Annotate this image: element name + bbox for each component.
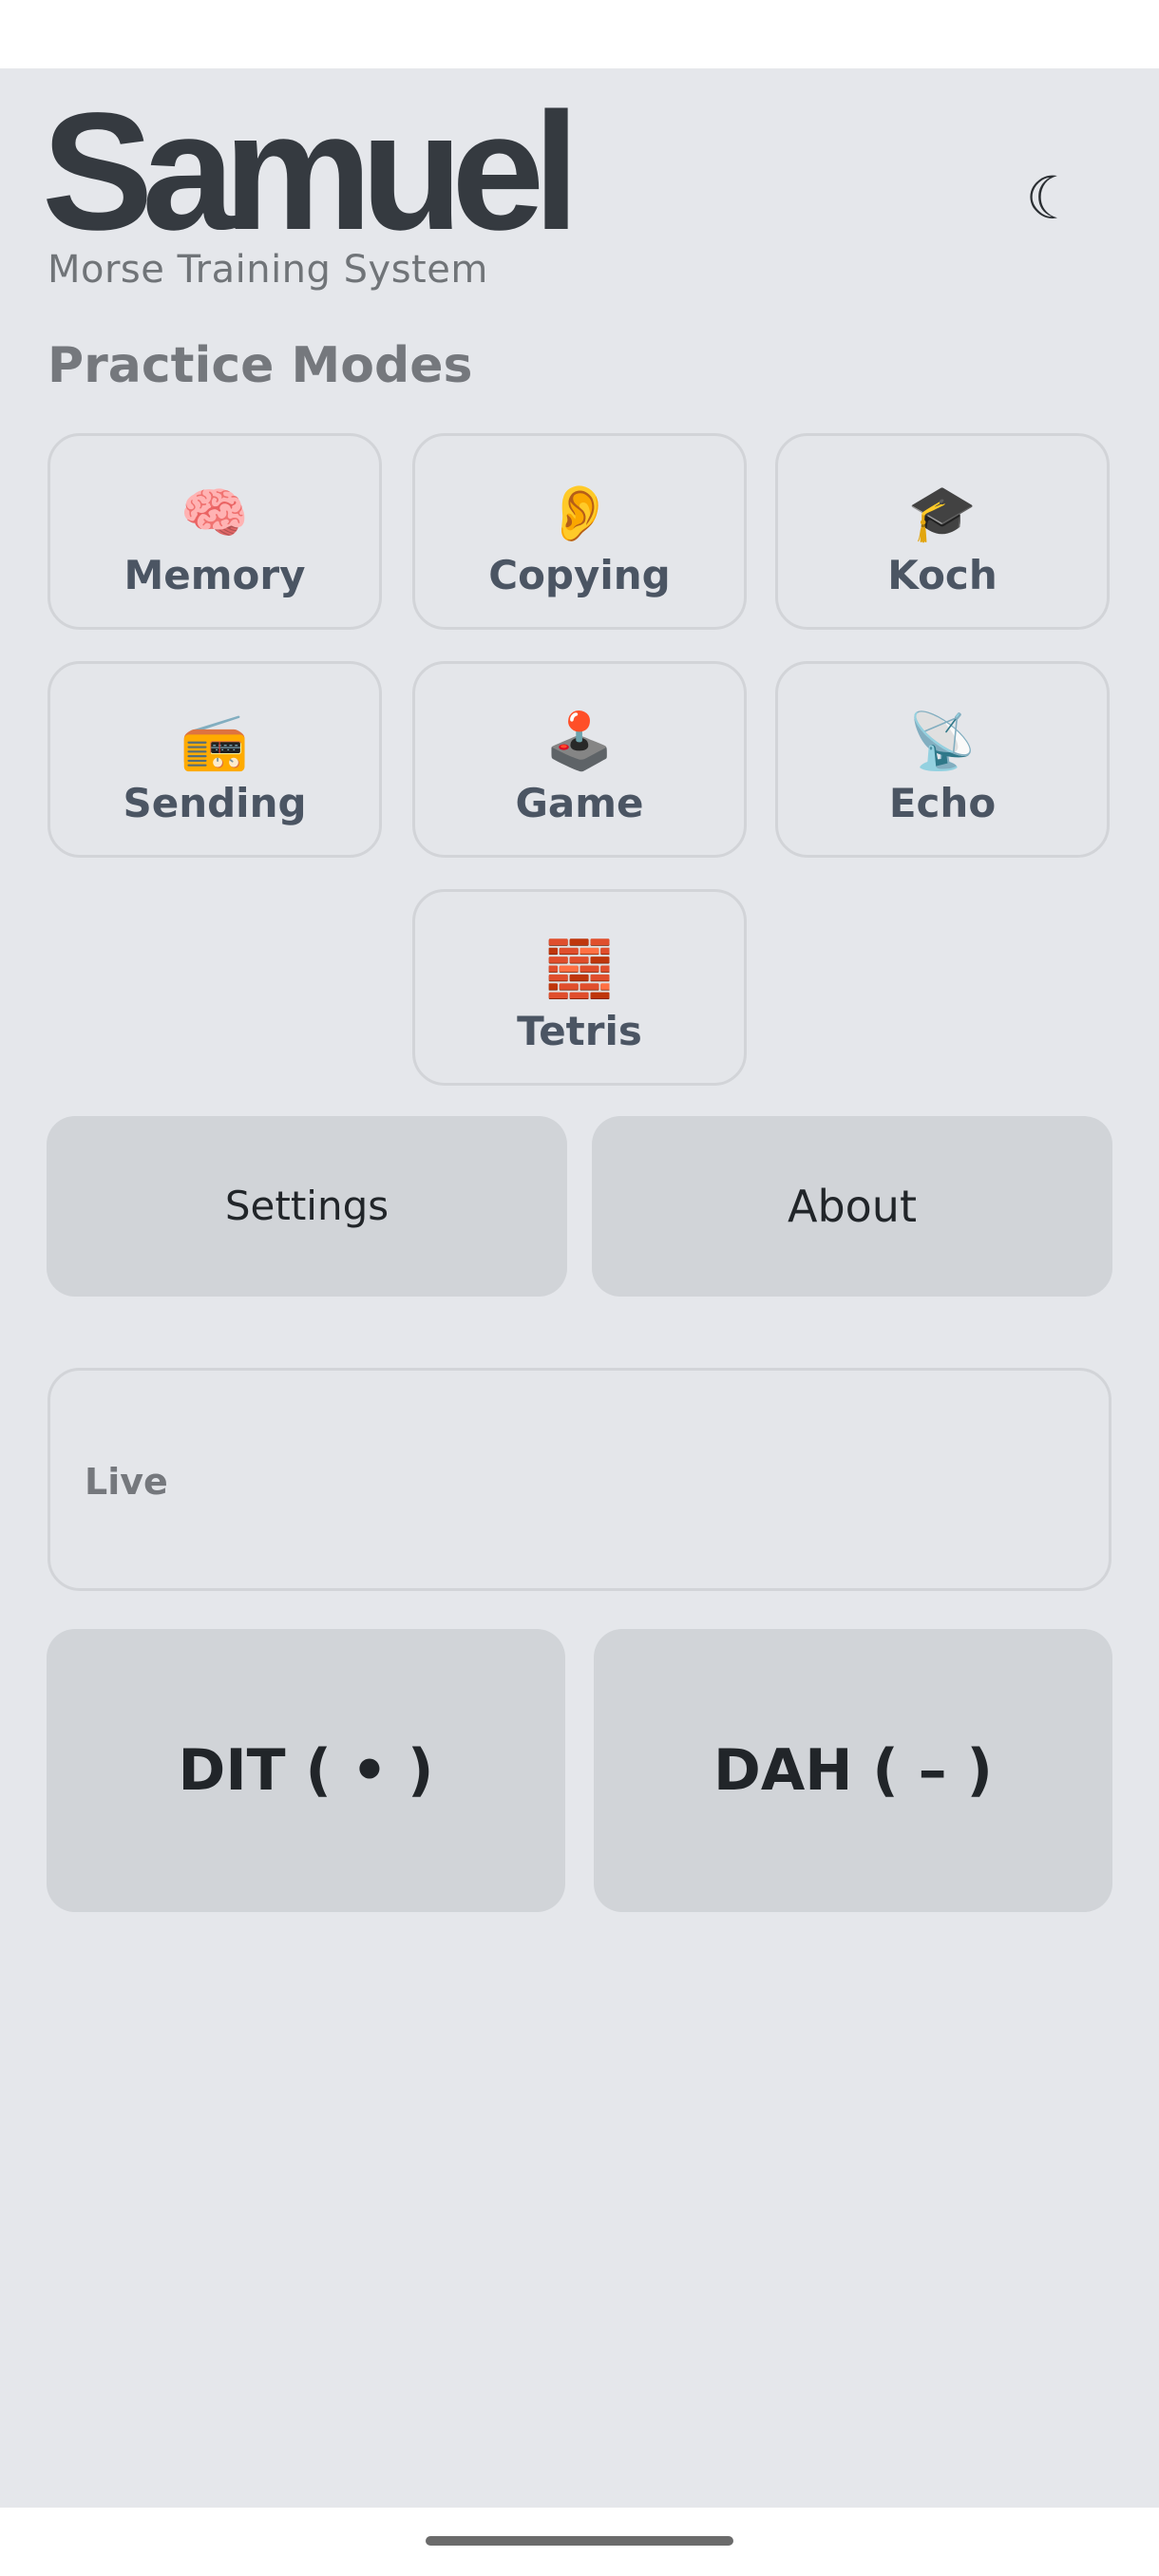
mode-label: Copying xyxy=(488,552,671,598)
dah-button[interactable]: DAH ( – ) xyxy=(594,1629,1112,1912)
joystick-icon: 🕹️ xyxy=(544,709,615,773)
settings-button[interactable]: Settings xyxy=(47,1116,567,1297)
brain-icon: 🧠 xyxy=(180,481,250,545)
mode-card-memory[interactable]: 🧠 Memory xyxy=(48,433,382,630)
radio-icon: 📻 xyxy=(180,709,250,773)
satellite-dish-icon: 📡 xyxy=(907,709,978,773)
practice-modes-title: Practice Modes xyxy=(48,337,473,394)
home-indicator[interactable] xyxy=(426,2536,733,2546)
dah-button-label: DAH ( – ) xyxy=(713,1737,993,1804)
dit-button-label: DIT ( • ) xyxy=(178,1737,434,1804)
ear-icon: 👂 xyxy=(544,481,615,545)
about-button[interactable]: About xyxy=(592,1116,1112,1297)
mode-label: Sending xyxy=(123,780,307,826)
dit-button[interactable]: DIT ( • ) xyxy=(47,1629,565,1912)
mode-card-sending[interactable]: 📻 Sending xyxy=(48,661,382,858)
app-subtitle: Morse Training System xyxy=(48,248,488,292)
mode-label: Game xyxy=(515,780,644,826)
moon-icon[interactable]: ☾ xyxy=(1016,163,1087,234)
live-label: Live xyxy=(85,1461,168,1503)
mode-card-tetris[interactable]: 🧱 Tetris xyxy=(412,889,747,1086)
mode-label: Echo xyxy=(888,780,997,826)
mode-card-echo[interactable]: 📡 Echo xyxy=(775,661,1110,858)
app-logo: Samuel xyxy=(42,79,580,265)
settings-button-label: Settings xyxy=(224,1183,390,1229)
mode-card-koch[interactable]: 🎓 Koch xyxy=(775,433,1110,630)
about-button-label: About xyxy=(787,1181,917,1232)
mode-label: Memory xyxy=(124,552,306,598)
mode-card-game[interactable]: 🕹️ Game xyxy=(412,661,747,858)
mode-card-copying[interactable]: 👂 Copying xyxy=(412,433,747,630)
brick-icon: 🧱 xyxy=(544,937,615,1001)
mode-label: Tetris xyxy=(517,1008,642,1054)
live-panel: Live xyxy=(48,1368,1112,1591)
graduation-cap-icon: 🎓 xyxy=(907,481,978,545)
mode-label: Koch xyxy=(887,552,998,598)
status-bar-area xyxy=(0,0,1159,68)
